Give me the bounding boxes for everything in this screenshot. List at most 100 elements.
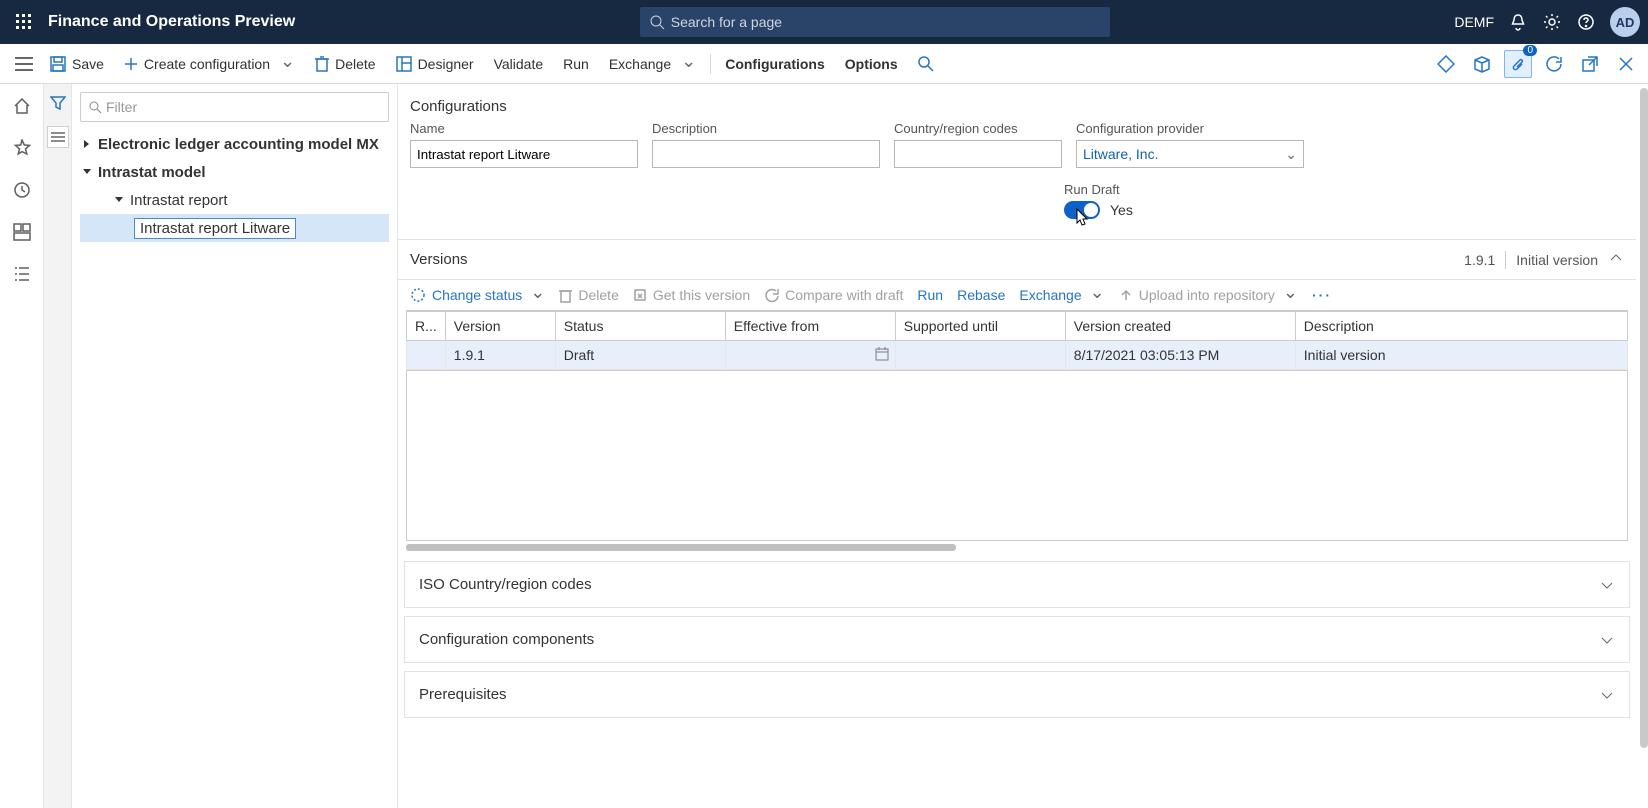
run-button[interactable]: Run — [553, 52, 599, 76]
global-search[interactable]: Search for a page — [640, 7, 1110, 37]
app-title: Finance and Operations Preview — [48, 13, 295, 31]
options-nav[interactable]: Options — [835, 52, 908, 76]
validate-button[interactable]: Validate — [484, 52, 554, 76]
help-icon[interactable] — [1576, 12, 1596, 32]
action-search-icon[interactable] — [908, 52, 944, 76]
name-label: Name — [410, 121, 638, 136]
tree-item-intrastat-report[interactable]: Intrastat report — [80, 186, 389, 214]
horizontal-scrollbar[interactable] — [406, 541, 1628, 553]
cell-description: Initial version — [1295, 341, 1627, 370]
delete-button[interactable]: Delete — [305, 52, 385, 76]
save-button-label: Save — [72, 56, 104, 72]
app-launcher-icon[interactable] — [8, 6, 40, 38]
name-input[interactable] — [410, 140, 638, 168]
col-status[interactable]: Status — [555, 312, 725, 341]
action-right-buttons: 0 — [1432, 50, 1640, 78]
col-version-created[interactable]: Version created — [1065, 312, 1295, 341]
tree-item-intrastat-model[interactable]: Intrastat model — [80, 158, 389, 186]
configuration-fields: Name Description Country/region codes Co… — [398, 121, 1636, 168]
chevron-right-icon — [80, 137, 94, 151]
refresh-icon[interactable] — [1540, 50, 1568, 78]
create-configuration-button[interactable]: Create configuration — [114, 51, 305, 77]
attachments-button[interactable]: 0 — [1504, 50, 1532, 78]
modules-icon[interactable] — [8, 260, 36, 288]
main-layout: Filter Electronic ledger accounting mode… — [0, 84, 1648, 808]
vertical-scrollbar[interactable] — [1640, 88, 1648, 748]
favorites-star-icon[interactable] — [8, 134, 36, 162]
global-header: Finance and Operations Preview Search fo… — [0, 0, 1648, 44]
configuration-components-expander[interactable]: Configuration components — [404, 616, 1630, 663]
close-icon[interactable] — [1612, 50, 1640, 78]
description-label: Description — [652, 121, 880, 136]
notification-bell-icon[interactable] — [1508, 12, 1528, 32]
chevron-down-icon — [1599, 632, 1615, 648]
versions-toolbar: Change status Delete Get this version Co… — [398, 280, 1636, 310]
versions-header: Versions 1.9.1 Initial version — [398, 240, 1636, 280]
collapse-up-icon[interactable] — [1608, 250, 1624, 269]
more-actions-icon[interactable]: ··· — [1312, 287, 1332, 303]
cell-created: 8/17/2021 03:05:13 PM — [1065, 341, 1295, 370]
provider-label: Configuration provider — [1076, 121, 1304, 136]
grid-header-row: R... Version Status Effective from Suppo… — [407, 312, 1628, 341]
col-version[interactable]: Version — [445, 312, 555, 341]
prerequisites-expander[interactable]: Prerequisites — [404, 671, 1630, 718]
calendar-icon — [875, 347, 889, 361]
filter-funnel-icon[interactable] — [47, 92, 69, 114]
box-icon[interactable] — [1468, 50, 1496, 78]
upload-repository-button[interactable]: Upload into repository — [1119, 286, 1298, 304]
action-bar: Save Create configuration Delete Designe… — [0, 44, 1648, 84]
cell-supported-until — [895, 341, 1065, 370]
run-draft-value: Yes — [1110, 202, 1133, 218]
related-panel-icon[interactable] — [47, 126, 69, 148]
get-version-button[interactable]: Get this version — [633, 287, 750, 303]
table-row[interactable]: 1.9.1 Draft 8/17/2021 03:05:13 PM Initia… — [407, 341, 1628, 370]
cell-version: 1.9.1 — [445, 341, 555, 370]
col-supported-until[interactable]: Supported until — [895, 312, 1065, 341]
configuration-tree: Electronic ledger accounting model MX In… — [80, 130, 389, 242]
hamburger-icon[interactable] — [8, 48, 40, 80]
exchange-button[interactable]: Exchange — [599, 51, 706, 77]
description-input[interactable] — [652, 140, 880, 168]
rebase-button[interactable]: Rebase — [957, 287, 1005, 303]
tree-item-electronic-ledger[interactable]: Electronic ledger accounting model MX — [80, 130, 389, 158]
versions-current: 1.9.1 — [1464, 252, 1495, 268]
configurations-nav[interactable]: Configurations — [715, 52, 835, 76]
col-effective-from[interactable]: Effective from — [725, 312, 895, 341]
workspaces-icon[interactable] — [8, 218, 36, 246]
run-draft-toggle[interactable] — [1064, 201, 1100, 219]
col-description[interactable]: Description — [1295, 312, 1627, 341]
global-search-placeholder: Search for a page — [671, 14, 782, 30]
version-run-button[interactable]: Run — [917, 287, 943, 303]
left-navigation-rail — [0, 84, 44, 808]
version-exchange-button[interactable]: Exchange — [1019, 286, 1104, 304]
designer-button[interactable]: Designer — [386, 52, 484, 76]
run-draft-row: Run Draft Yes — [398, 168, 1636, 239]
col-r[interactable]: R... — [407, 312, 446, 341]
cell-effective-from[interactable] — [725, 341, 895, 370]
tree-item-intrastat-report-litware[interactable]: Intrastat report Litware — [80, 214, 389, 242]
provider-select[interactable]: Litware, Inc. ⌄ — [1076, 140, 1304, 168]
attachments-badge: 0 — [1523, 45, 1537, 56]
compare-with-draft-button[interactable]: Compare with draft — [764, 287, 903, 303]
save-button[interactable]: Save — [40, 52, 114, 76]
user-avatar[interactable]: AD — [1610, 7, 1640, 37]
tree-filter-input[interactable]: Filter — [80, 92, 389, 122]
change-status-button[interactable]: Change status — [410, 286, 545, 304]
grid-empty-area — [406, 371, 1628, 541]
settings-gear-icon[interactable] — [1542, 12, 1562, 32]
diamond-icon[interactable] — [1432, 50, 1460, 78]
recent-clock-icon[interactable] — [8, 176, 36, 204]
create-configuration-label: Create configuration — [144, 56, 270, 72]
country-codes-input[interactable] — [894, 140, 1062, 168]
delete-button-label: Delete — [335, 56, 375, 72]
designer-button-label: Designer — [418, 56, 474, 72]
content-area: Configurations Name Description Country/… — [398, 84, 1648, 808]
versions-summary: Initial version — [1516, 252, 1598, 268]
chevron-down-icon — [1599, 687, 1615, 703]
version-delete-button[interactable]: Delete — [559, 287, 618, 303]
home-icon[interactable] — [8, 92, 36, 120]
popout-icon[interactable] — [1576, 50, 1604, 78]
company-code[interactable]: DEMF — [1454, 14, 1494, 30]
iso-country-codes-expander[interactable]: ISO Country/region codes — [404, 561, 1630, 608]
chevron-down-icon: ⌄ — [1285, 146, 1297, 163]
